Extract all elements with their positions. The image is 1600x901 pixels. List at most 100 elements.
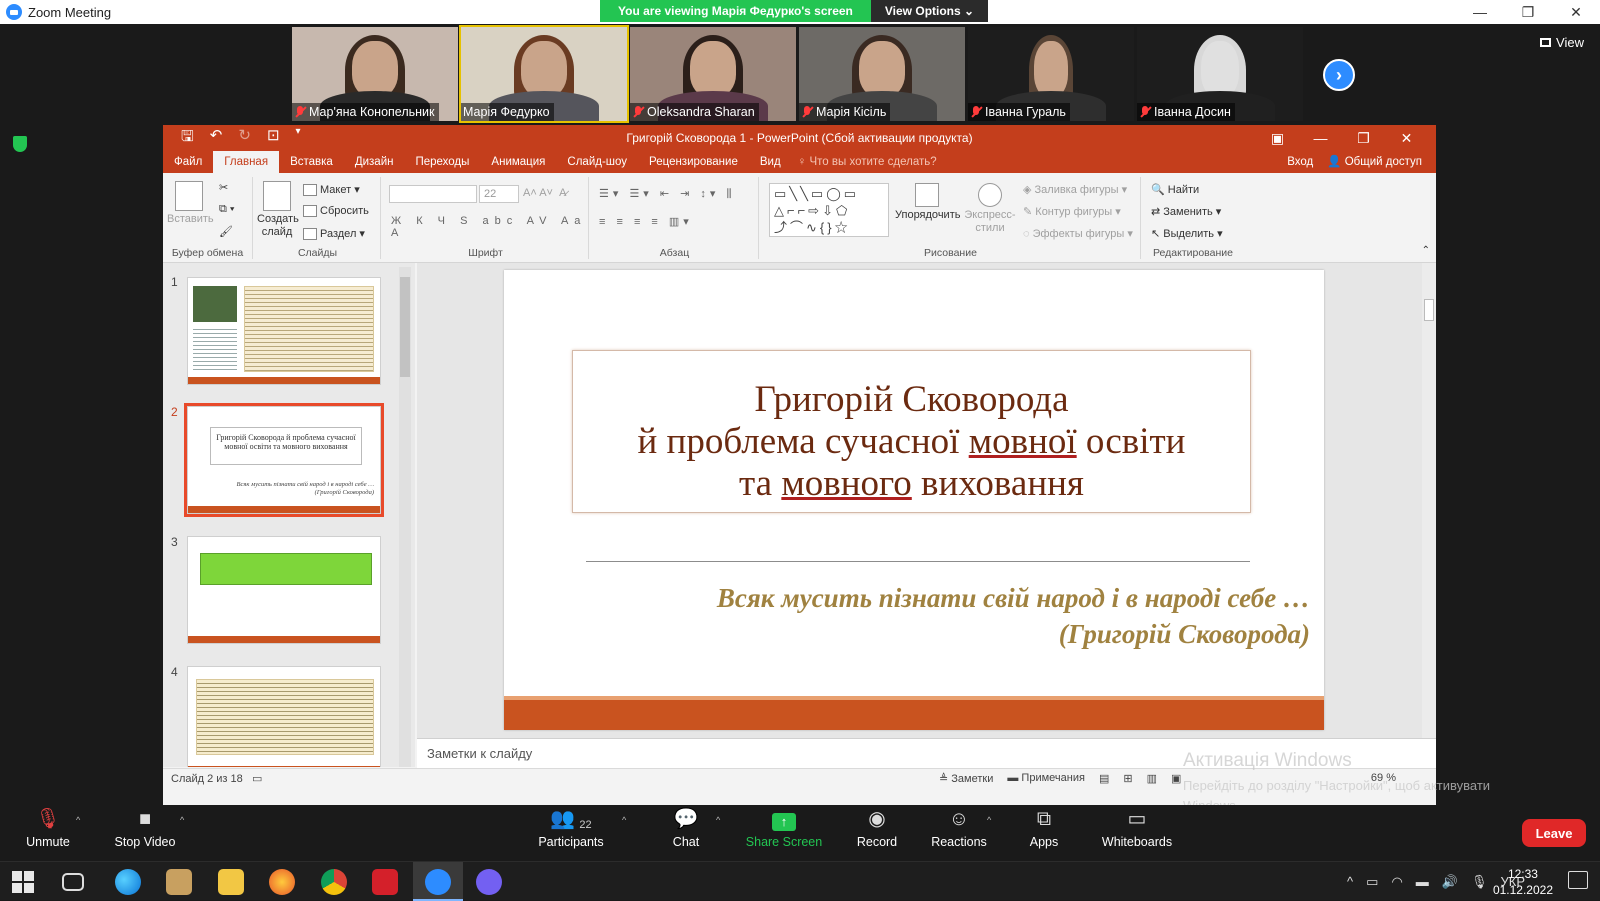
normal-view-icon[interactable]: ▤: [1099, 772, 1109, 785]
share-screen-button[interactable]: ↑ Share Screen: [739, 805, 829, 849]
view-options-button[interactable]: View Options ⌄: [870, 0, 989, 22]
current-slide[interactable]: Григорій Сковорода й проблема сучасної м…: [504, 270, 1324, 730]
restore-icon[interactable]: ❐: [1342, 125, 1385, 151]
gallery-next-button[interactable]: ›: [1323, 59, 1355, 91]
font-format-buttons[interactable]: Ж К Ч S abc AV Aa A: [391, 215, 588, 239]
participant-tile-active[interactable]: Марія Федурко: [459, 25, 629, 123]
comments-toggle[interactable]: ▬ Примечания: [1007, 772, 1085, 785]
slide-quote[interactable]: Всяк мусить пізнати свій народ і в народ…: [717, 580, 1310, 652]
audio-options-caret[interactable]: ^: [76, 815, 80, 825]
viber-icon[interactable]: [476, 869, 502, 895]
chrome-icon[interactable]: [321, 869, 347, 895]
format-painter-icon[interactable]: 🖌: [219, 225, 233, 238]
share-button[interactable]: 👤 Общий доступ: [1327, 151, 1422, 173]
microphone-icon[interactable]: 🎙: [1471, 874, 1488, 890]
slideshow-view-icon[interactable]: ▣: [1171, 772, 1181, 785]
slide-sorter-icon[interactable]: ⊞: [1123, 772, 1132, 785]
pen-app-icon[interactable]: [166, 869, 192, 895]
tab-design[interactable]: Дизайн: [344, 151, 405, 173]
participant-tile[interactable]: Іванна Досин: [1137, 27, 1303, 121]
arrange-button[interactable]: Упорядочить: [895, 183, 960, 221]
title-placeholder[interactable]: Григорій Сковорода й проблема сучасної м…: [572, 350, 1251, 513]
participant-tile[interactable]: Мар'яна Конопельник: [292, 27, 458, 121]
reactions-button[interactable]: ☺ Reactions: [914, 805, 1004, 849]
participants-options-caret[interactable]: ^: [622, 815, 626, 825]
alignment-buttons[interactable]: ≡ ≡ ≡ ≡ ▥▾: [599, 215, 693, 228]
tab-home[interactable]: Главная: [213, 151, 280, 173]
slide-thumbnail-3[interactable]: [187, 536, 381, 644]
slide-thumbnail-1[interactable]: [187, 277, 381, 385]
participant-tile[interactable]: Oleksandra Sharan: [630, 27, 796, 121]
edge-browser-icon[interactable]: [115, 869, 141, 895]
quick-styles-button[interactable]: Экспресс-стили: [963, 183, 1017, 235]
video-options-caret[interactable]: ^: [180, 815, 184, 825]
tab-view[interactable]: Вид: [749, 151, 792, 173]
participant-tile[interactable]: Марія Кісіль: [799, 27, 965, 121]
stop-video-button[interactable]: ■ Stop Video: [100, 805, 190, 849]
view-button[interactable]: View: [1540, 35, 1584, 50]
slide-thumbnail-2[interactable]: Григорій Сковорода й проблема сучасної м…: [184, 403, 384, 517]
notes-toggle[interactable]: ≜ Заметки: [939, 772, 993, 785]
cut-icon[interactable]: ✂: [219, 181, 228, 194]
minimize-icon[interactable]: —: [1299, 125, 1342, 151]
reset-button[interactable]: Сбросить: [303, 205, 369, 218]
shape-outline-button[interactable]: ✎ Контур фигуры ▾: [1023, 205, 1121, 218]
scrollbar-thumb[interactable]: [1424, 299, 1434, 321]
list-indent-buttons[interactable]: ☰▾ ☰▾ ⇤ ⇥ ↕▾ ⫼: [599, 187, 736, 201]
wifi-icon[interactable]: ◠: [1391, 874, 1402, 890]
firefox-icon[interactable]: [269, 869, 295, 895]
section-button[interactable]: Раздел ▾: [303, 227, 365, 241]
tab-slideshow[interactable]: Слайд-шоу: [556, 151, 638, 173]
find-button[interactable]: 🔍 Найти: [1151, 183, 1199, 196]
zoom-app-icon[interactable]: [425, 869, 451, 895]
start-windows-icon[interactable]: [12, 871, 34, 893]
slide-thumbnail-4[interactable]: [187, 666, 381, 767]
reading-view-icon[interactable]: ▥: [1147, 772, 1157, 785]
close-icon[interactable]: ✕: [1552, 0, 1600, 24]
apps-button[interactable]: ⧉ Apps: [999, 805, 1089, 849]
chevron-up-icon[interactable]: ^: [1347, 874, 1353, 889]
tell-me-search[interactable]: ♀ Что вы хотите сделать?: [798, 151, 937, 173]
chat-options-caret[interactable]: ^: [716, 815, 720, 825]
collapse-ribbon-icon[interactable]: ⌃: [1422, 245, 1430, 256]
shape-effects-button[interactable]: ◌ Эффекты фигуры ▾: [1023, 227, 1133, 240]
meet-now-icon[interactable]: ▭: [1366, 874, 1378, 890]
leave-button[interactable]: Leave: [1522, 819, 1586, 847]
restore-icon[interactable]: ❐: [1504, 0, 1552, 24]
new-slide-button[interactable]: Создать слайд: [257, 181, 299, 239]
sign-in-link[interactable]: Вход: [1287, 151, 1313, 173]
participant-tile[interactable]: Іванна Гураль: [968, 27, 1134, 121]
font-family-select[interactable]: [389, 185, 477, 203]
notification-center-icon[interactable]: [1568, 871, 1588, 889]
record-button[interactable]: ◉ Record: [832, 805, 922, 849]
thumbnail-scrollbar[interactable]: [399, 267, 411, 767]
minimize-icon[interactable]: —: [1456, 0, 1504, 24]
spellcheck-icon[interactable]: ▭: [252, 773, 262, 785]
file-explorer-icon[interactable]: [218, 869, 244, 895]
ribbon-display-icon[interactable]: ▣: [1256, 125, 1299, 151]
tab-insert[interactable]: Вставка: [279, 151, 344, 173]
shapes-gallery[interactable]: ▭╲╲▭◯▭ △⌐⌐⇨⇩⬠ ⤴⌒∿{}☆: [769, 183, 889, 237]
acrobat-icon[interactable]: [372, 869, 398, 895]
unmute-button[interactable]: 🎙 Unmute: [3, 805, 93, 849]
task-view-icon[interactable]: [62, 873, 84, 891]
paste-button[interactable]: Вставить: [167, 181, 214, 225]
participants-button[interactable]: 👥 22 Participants: [526, 805, 616, 849]
replace-button[interactable]: ⇄ Заменить ▾: [1151, 205, 1221, 218]
tab-transitions[interactable]: Переходы: [404, 151, 480, 173]
shape-fill-button[interactable]: ◈ Заливка фигуры ▾: [1023, 183, 1127, 196]
tab-animations[interactable]: Анимация: [480, 151, 556, 173]
volume-icon[interactable]: 🔊: [1442, 874, 1458, 890]
tab-review[interactable]: Рецензирование: [638, 151, 749, 173]
battery-icon[interactable]: ▬: [1416, 874, 1429, 889]
taskbar-clock[interactable]: 12:33 01.12.2022: [1493, 866, 1553, 898]
tab-file[interactable]: Файл: [163, 151, 213, 173]
scrollbar-thumb[interactable]: [400, 277, 410, 377]
font-grow-shrink-icon[interactable]: A˄ A˅ A̷: [523, 187, 566, 199]
whiteboards-button[interactable]: ▭ Whiteboards: [1092, 805, 1182, 849]
select-button[interactable]: ↖ Выделить ▾: [1151, 227, 1223, 240]
close-icon[interactable]: ✕: [1385, 125, 1428, 151]
copy-icon[interactable]: ⧉ ▾: [219, 203, 235, 216]
security-shield-icon[interactable]: [13, 136, 27, 152]
layout-button[interactable]: Макет ▾: [303, 183, 360, 197]
